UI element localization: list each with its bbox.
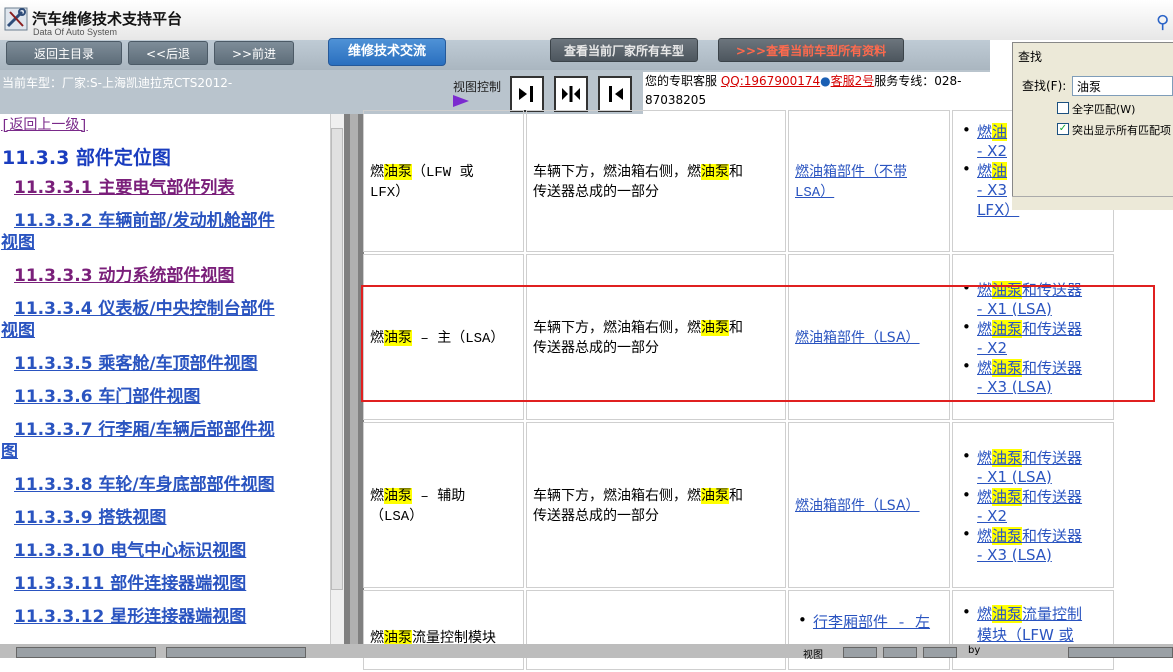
status-segment (1068, 647, 1173, 658)
toc-item-10[interactable]: 11.3.3.10 电气中心标识视图 (14, 540, 246, 562)
part-name-cell: 燃油泵 – 辅助 （LSA） (363, 422, 524, 588)
search-highlight: 油泵 (701, 164, 729, 180)
link-icon[interactable]: ⚲ (1156, 12, 1169, 33)
toc-item-7-cont[interactable]: 图 (1, 441, 18, 463)
support-prefix: 您的专职客服 (645, 74, 718, 88)
app-logo-icon (4, 6, 28, 32)
hotline-label: 服务专线：028- (874, 74, 962, 88)
qq-icon: ● (820, 74, 831, 88)
connector-list: 燃油泵流量控制模块（LFW 或 (959, 603, 1107, 645)
toc-item-1[interactable]: 11.3.3.1 主要电气部件列表 (14, 177, 234, 199)
toc-item-3[interactable]: 11.3.3.3 动力系统部件视图 (14, 265, 234, 287)
expand-right-button[interactable] (510, 76, 544, 112)
location-cell (526, 590, 786, 670)
table-row: 燃油泵（LFW 或 LFX） 车辆下方，燃油箱右侧，燃油泵和 传送器总成的一部分… (363, 110, 1114, 252)
view-all-models-button[interactable]: 查看当前厂家所有车型 (550, 38, 698, 62)
connector-cell: 燃油泵和传送器- X1 (LSA) 燃油泵和传送器- X2 燃油泵和传送器- X… (952, 422, 1114, 588)
collapse-left-icon (519, 86, 533, 102)
left-scrollbar-thumb[interactable] (331, 128, 343, 590)
list-item[interactable]: 燃油泵和传送器- X2 (959, 486, 1107, 525)
forum-button[interactable]: 维修技术交流 (328, 38, 446, 66)
split-icon (562, 86, 580, 102)
service2-link[interactable]: 客服2号 (831, 74, 875, 88)
home-button[interactable]: 返回主目录 (6, 41, 122, 65)
toc-item-8[interactable]: 11.3.3.8 车轮/车身底部部件视图 (14, 474, 275, 496)
search-highlight: 油 (992, 123, 1008, 141)
find-input[interactable] (1072, 76, 1173, 96)
status-view-button[interactable] (883, 647, 917, 658)
location-text: 和 (729, 164, 743, 180)
find-dialog-footer (1012, 196, 1173, 210)
search-highlight: 油 (992, 162, 1008, 180)
search-highlight: 油泵 (701, 488, 729, 504)
part-name-text: 燃 (370, 164, 384, 180)
location-cell: 车辆下方，燃油箱右侧，燃油泵和 传送器总成的一部分 (526, 422, 786, 588)
status-view-button[interactable] (843, 647, 877, 658)
part-name-text: （LFW 或 (412, 165, 474, 181)
toc-item-9[interactable]: 11.3.3.9 搭铁视图 (14, 507, 166, 529)
connector-cell: 燃油泵流量控制模块（LFW 或 (952, 590, 1114, 670)
location-text: 车辆下方，燃油箱右侧，燃 (533, 164, 701, 180)
status-segment (16, 647, 156, 658)
table-row: 燃油泵流量控制模块 行李厢部件 - 左 燃油泵流量控制模块（LFW 或 (363, 590, 1114, 670)
view-link[interactable]: 燃油箱部件（不带 (795, 164, 907, 180)
highlight-all-checkbox[interactable]: ✓ (1057, 123, 1069, 135)
back-button[interactable]: <<后退 (128, 41, 208, 65)
toc-item-11[interactable]: 11.3.3.11 部件连接器端视图 (14, 573, 246, 595)
search-highlight: 油泵 (384, 164, 412, 180)
section-title: 11.3.3 部件定位图 (2, 147, 171, 169)
status-by-label: by (968, 645, 981, 656)
list-item[interactable]: 燃油泵和传送器- X3 (LSA) (959, 525, 1107, 564)
find-label: 查找(F): (1022, 79, 1067, 93)
view-link[interactable]: LSA） (795, 185, 834, 201)
annotation-highlight-box (361, 285, 1155, 402)
search-highlight: 油泵 (384, 488, 412, 504)
current-model-label: 当前车型：厂家:S-上海凯迪拉克CTS2012- (2, 76, 233, 90)
highlight-all-label: 突出显示所有匹配项 (1072, 124, 1171, 137)
toc-item-4-cont[interactable]: 视图 (1, 320, 35, 342)
toc-item-12[interactable]: 11.3.3.12 星形连接器端视图 (14, 606, 246, 628)
play-arrow-icon (453, 95, 469, 107)
toc-item-2[interactable]: 11.3.3.2 车辆前部/发动机舱部件 (14, 210, 275, 232)
connector-list: 燃油泵和传送器- X1 (LSA) 燃油泵和传送器- X2 燃油泵和传送器- X… (959, 447, 1107, 564)
part-name-text: LFX） (370, 185, 410, 201)
location-text: 传送器总成的一部分 (533, 184, 659, 200)
part-name-cell: 燃油泵（LFW 或 LFX） (363, 110, 524, 252)
forward-button[interactable]: >>前进 (214, 41, 294, 65)
toc-item-5[interactable]: 11.3.3.5 乘客舱/车顶部件视图 (14, 353, 258, 375)
status-view-label: 视图 (803, 650, 823, 661)
list-item[interactable]: 燃油泵和传送器- X1 (LSA) (959, 447, 1107, 486)
split-view-button[interactable] (554, 76, 588, 112)
toc-item-2-cont[interactable]: 视图 (1, 232, 35, 254)
status-segment (166, 647, 306, 658)
back-up-link[interactable]: [返回上一级] (1, 114, 88, 134)
toc-item-4[interactable]: 11.3.3.4 仪表板/中央控制台部件 (14, 298, 275, 320)
app-title: 汽车维修技术支持平台 (32, 10, 183, 28)
hotline-number: 87038205 (645, 93, 707, 107)
toc-item-6[interactable]: 11.3.3.6 车门部件视图 (14, 386, 200, 408)
view-control-label: 视图控制 (453, 80, 502, 94)
qq-link[interactable]: QQ:1967900174 (721, 74, 820, 88)
list-item[interactable]: 燃油泵流量控制模块（LFW 或 (959, 603, 1107, 645)
view-cell: 燃油箱部件（LSA） (788, 422, 950, 588)
find-dialog-title: 查找 (1018, 50, 1043, 64)
whole-word-label: 全字匹配(W) (1072, 103, 1136, 116)
app-subtitle: Data Of Auto System (33, 27, 118, 37)
view-all-data-button[interactable]: >>>查看当前车型所有资料 (718, 38, 904, 62)
status-view-button[interactable] (923, 647, 957, 658)
location-cell: 车辆下方，燃油箱右侧，燃油泵和 传送器总成的一部分 (526, 110, 786, 252)
collapse-right-icon (609, 86, 623, 102)
view-cell: 燃油箱部件（不带 LSA） (788, 110, 950, 252)
toc-item-7[interactable]: 11.3.3.7 行李厢/车辆后部部件视 (14, 419, 275, 441)
table-row: 燃油泵 – 辅助 （LSA） 车辆下方，燃油箱右侧，燃油泵和 传送器总成的一部分… (363, 422, 1114, 588)
list-item[interactable]: 行李厢部件 - 左 (795, 611, 943, 632)
panel-splitter-grip[interactable] (350, 114, 358, 658)
expand-left-button[interactable] (598, 76, 632, 112)
whole-word-checkbox[interactable] (1057, 102, 1069, 114)
part-name-cell: 燃油泵流量控制模块 (363, 590, 524, 670)
view-list: 行李厢部件 - 左 (795, 611, 943, 632)
view-link[interactable]: 燃油箱部件（LSA） (795, 498, 920, 514)
